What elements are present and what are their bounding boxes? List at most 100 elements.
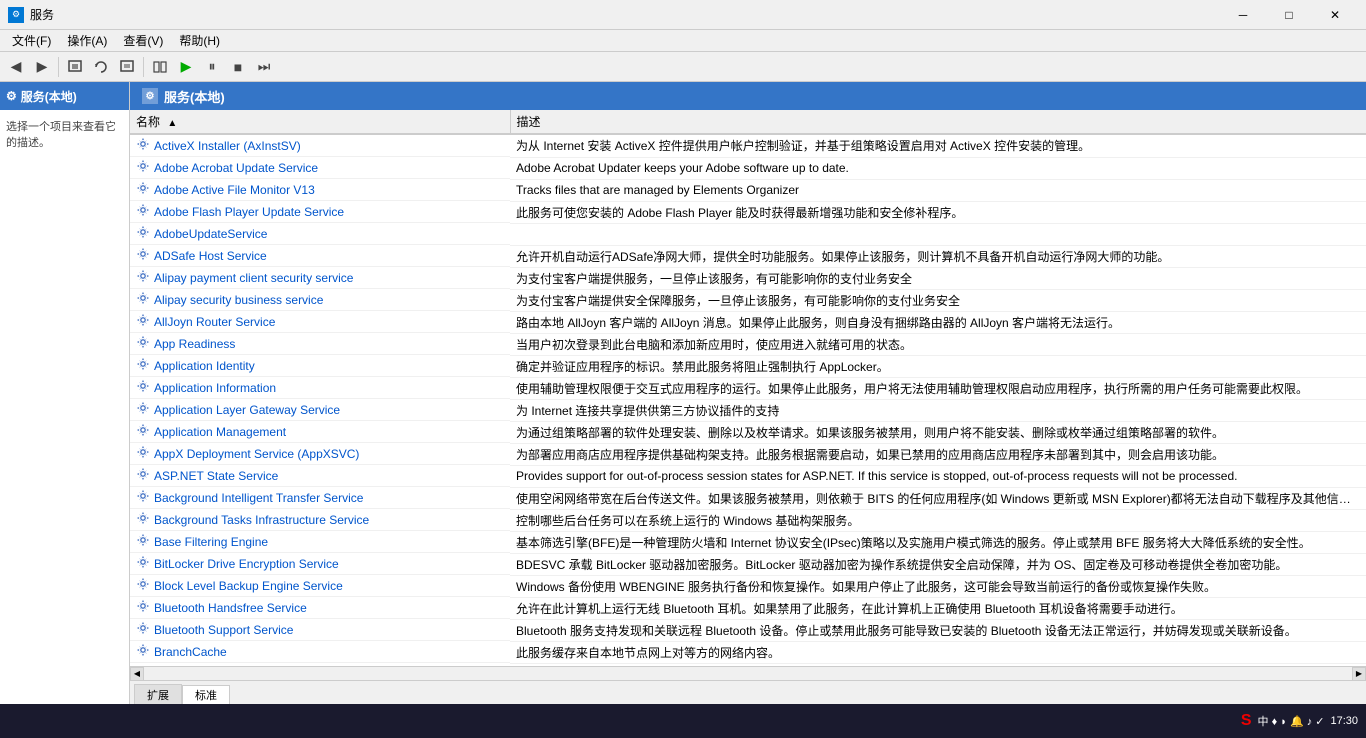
taskbar-icons: 中 ♦ ◗ 🔔 ♪ ✓ [1258, 713, 1325, 729]
title-bar-left: ⚙ 服务 [8, 6, 54, 23]
service-name: Base Filtering Engine [154, 535, 268, 549]
restart-button[interactable]: ⏭ [252, 55, 276, 79]
export-button[interactable] [115, 55, 139, 79]
tab-extend[interactable]: 扩展 [134, 684, 182, 704]
service-icon [136, 181, 150, 198]
menu-action[interactable]: 操作(A) [59, 30, 115, 51]
content-header: ⚙ 服务(本地) [130, 82, 1366, 110]
col-desc-header[interactable]: 描述 [510, 110, 1366, 134]
service-icon [136, 203, 150, 220]
table-row[interactable]: BranchCache 此服务缓存来自本地节点网上对等方的网络内容。 [130, 641, 1366, 663]
table-row[interactable]: Block Level Backup Engine ServiceWindows… [130, 575, 1366, 597]
table-row[interactable]: Application Information 使用辅助管理权限便于交互式应用程序… [130, 377, 1366, 399]
sidebar-title: 服务(本地) [21, 88, 77, 105]
service-desc: 确定并验证应用程序的标识。禁用此服务将阻止强制执行 AppLocker。 [510, 355, 1366, 377]
sidebar-header: ⚙ 服务(本地) [0, 82, 129, 110]
back-button[interactable]: ◀ [4, 55, 28, 79]
table-row[interactable]: Application Identity 确定并验证应用程序的标识。禁用此服务将阻… [130, 355, 1366, 377]
service-desc: Adobe Acrobat Updater keeps your Adobe s… [510, 157, 1366, 179]
table-row[interactable]: Adobe Acrobat Update ServiceAdobe Acroba… [130, 157, 1366, 179]
title-bar-controls: ─ □ ✕ [1220, 0, 1358, 30]
restore-button[interactable]: □ [1266, 0, 1312, 30]
service-name: AllJoyn Router Service [154, 315, 275, 329]
show-scope-button[interactable] [63, 55, 87, 79]
table-row[interactable]: App Readiness当用户初次登录到此台电脑和添加新应用时，使应用进入就绪… [130, 333, 1366, 355]
forward-button[interactable]: ▶ [30, 55, 54, 79]
service-name: ASP.NET State Service [154, 469, 278, 483]
pause-button[interactable]: ⏸ [200, 55, 224, 79]
table-row[interactable]: ASP.NET State ServiceProvides support fo… [130, 465, 1366, 487]
service-icon [136, 137, 150, 154]
content-header-icon: ⚙ [142, 88, 158, 104]
table-wrapper[interactable]: 名称 ▲ 描述 ActiveX Installer (AxInstSV)为从 I… [130, 110, 1366, 666]
table-row[interactable]: Background Intelligent Transfer Service使… [130, 487, 1366, 509]
hscroll-bar[interactable]: ◀ ▶ [130, 666, 1366, 680]
service-icon [136, 445, 150, 462]
service-name: AdobeUpdateService [154, 227, 267, 241]
table-row[interactable]: Bluetooth Support ServiceBluetooth 服务支持发… [130, 619, 1366, 641]
taskbar-time: 17:30 [1330, 715, 1358, 727]
service-icon [136, 599, 150, 616]
col-name-header[interactable]: 名称 ▲ [130, 110, 510, 134]
service-name: ADSafe Host Service [154, 249, 267, 263]
services-tbody: ActiveX Installer (AxInstSV)为从 Internet … [130, 134, 1366, 666]
sort-indicator: ▲ [167, 118, 177, 129]
service-name: Alipay payment client security service [154, 271, 353, 285]
table-row[interactable]: AdobeUpdateService [130, 223, 1366, 245]
service-desc: 使用辅助管理权限便于交互式应用程序的运行。如果停止此服务，用户将无法使用辅助管理… [510, 377, 1366, 399]
table-header-row: 名称 ▲ 描述 [130, 110, 1366, 134]
taskbar: S 中 ♦ ◗ 🔔 ♪ ✓ 17:30 [0, 704, 1366, 738]
toolbar-separator-1 [58, 57, 59, 77]
tab-standard[interactable]: 标准 [182, 685, 230, 704]
toolbar: ◀ ▶ ▶ ⏸ ■ ⏭ [0, 52, 1366, 82]
service-icon [136, 643, 150, 660]
service-icon [136, 225, 150, 242]
table-row[interactable]: ActiveX Installer (AxInstSV)为从 Internet … [130, 134, 1366, 157]
service-desc: 此服务缓存来自本地节点网上对等方的网络内容。 [510, 641, 1366, 663]
nav-up-button[interactable] [148, 55, 172, 79]
hscroll-right-button[interactable]: ▶ [1352, 667, 1366, 681]
table-row[interactable]: Adobe Active File Monitor V13Tracks file… [130, 179, 1366, 201]
table-row[interactable]: Base Filtering Engine 基本筛选引擎(BFE)是一种管理防火墙… [130, 531, 1366, 553]
refresh-button[interactable] [89, 55, 113, 79]
service-name: Bluetooth Handsfree Service [154, 601, 307, 615]
service-name: BranchCache [154, 645, 227, 659]
menu-file[interactable]: 文件(F) [4, 30, 59, 51]
service-name: Adobe Flash Player Update Service [154, 205, 344, 219]
stop-button[interactable]: ■ [226, 55, 250, 79]
service-name: Application Information [154, 381, 276, 395]
title-bar: ⚙ 服务 ─ □ ✕ [0, 0, 1366, 30]
table-row[interactable]: Bluetooth Handsfree Service 允许在此计算机上运行无线 … [130, 597, 1366, 619]
service-name: Alipay security business service [154, 293, 323, 307]
service-icon [136, 621, 150, 638]
menu-view[interactable]: 查看(V) [115, 30, 171, 51]
play-button[interactable]: ▶ [174, 55, 198, 79]
service-desc: 基本筛选引擎(BFE)是一种管理防火墙和 Internet 协议安全(IPsec… [510, 531, 1366, 553]
table-row[interactable]: Alipay security business service为支付宝客户端提… [130, 289, 1366, 311]
app-icon: ⚙ [8, 7, 24, 23]
close-button[interactable]: ✕ [1312, 0, 1358, 30]
service-desc: 允许在此计算机上运行无线 Bluetooth 耳机。如果禁用了此服务，在此计算机… [510, 597, 1366, 619]
minimize-button[interactable]: ─ [1220, 0, 1266, 30]
bottom-tabs: 扩展 标准 [130, 680, 1366, 704]
service-name: Application Identity [154, 359, 255, 373]
content-area: ⚙ 服务(本地) 名称 ▲ 描述 [130, 82, 1366, 704]
table-row[interactable]: Adobe Flash Player Update Service此服务可使您安… [130, 201, 1366, 223]
hscroll-track[interactable] [144, 667, 1352, 681]
table-row[interactable]: Application Management为通过组策略部署的软件处理安装、删除… [130, 421, 1366, 443]
service-desc: 控制哪些后台任务可以在系统上运行的 Windows 基础构架服务。 [510, 509, 1366, 531]
service-icon [136, 335, 150, 352]
table-row[interactable]: Background Tasks Infrastructure Service控… [130, 509, 1366, 531]
service-desc: 当用户初次登录到此台电脑和添加新应用时，使应用进入就绪可用的状态。 [510, 333, 1366, 355]
menu-help[interactable]: 帮助(H) [171, 30, 228, 51]
content-header-title: 服务(本地) [164, 87, 225, 106]
table-row[interactable]: Application Layer Gateway Service为 Inter… [130, 399, 1366, 421]
table-row[interactable]: Alipay payment client security service为支… [130, 267, 1366, 289]
service-icon [136, 247, 150, 264]
table-row[interactable]: ADSafe Host Service允许开机自动运行ADSafe净网大师，提供… [130, 245, 1366, 267]
table-row[interactable]: AppX Deployment Service (AppXSVC)为部署应用商店… [130, 443, 1366, 465]
service-icon [136, 577, 150, 594]
hscroll-left-button[interactable]: ◀ [130, 667, 144, 681]
table-row[interactable]: BitLocker Drive Encryption ServiceBDESVC… [130, 553, 1366, 575]
table-row[interactable]: AllJoyn Router Service路由本地 AllJoyn 客户端的 … [130, 311, 1366, 333]
